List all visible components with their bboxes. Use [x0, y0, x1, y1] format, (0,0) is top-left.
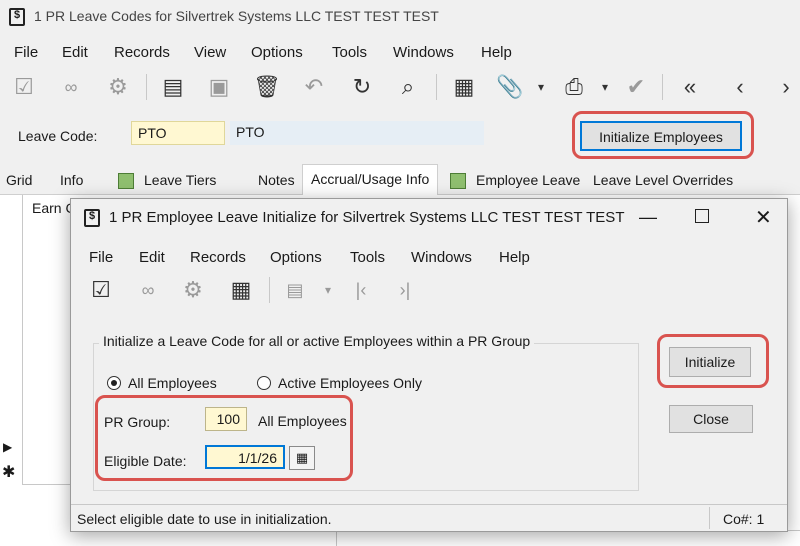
- new-document-icon[interactable]: ▤: [160, 72, 186, 102]
- menu-help[interactable]: Help: [481, 44, 512, 61]
- grid-divider: [336, 530, 337, 546]
- menu-records[interactable]: Records: [190, 249, 246, 266]
- menu-tools[interactable]: Tools: [350, 249, 385, 266]
- undo-icon[interactable]: ↶: [300, 72, 328, 102]
- checklist-icon[interactable]: ☑: [87, 275, 115, 305]
- status-divider: [709, 507, 710, 529]
- toolbar-separator: [146, 74, 147, 100]
- dialog-menubar: File Edit Records Options Tools Windows …: [71, 245, 787, 269]
- grid-icon: [118, 173, 134, 189]
- grid-bottom-line: [22, 484, 72, 485]
- delete-icon[interactable]: 🗑: [253, 72, 281, 102]
- eligible-date-input[interactable]: 1/1/26: [205, 445, 285, 469]
- maximize-icon[interactable]: [695, 209, 709, 223]
- pr-group-description: All Employees: [258, 413, 347, 429]
- binoculars-icon[interactable]: ∞: [56, 72, 86, 102]
- tab-info[interactable]: Info: [60, 168, 83, 192]
- main-title-bar: 1 PR Leave Codes for Silvertrek Systems …: [0, 0, 800, 34]
- menu-file[interactable]: File: [14, 44, 38, 61]
- new-row-icon: ✱: [2, 464, 16, 481]
- leave-code-label: Leave Code:: [18, 128, 98, 144]
- gear-icon[interactable]: ⚙: [104, 72, 132, 102]
- active-employees-radio[interactable]: [257, 376, 271, 390]
- next-record-icon[interactable]: ›: [772, 72, 800, 102]
- chevron-down-icon[interactable]: ▾: [534, 72, 548, 102]
- pr-group-input[interactable]: 100: [205, 407, 247, 431]
- toolbar-separator: [269, 277, 270, 303]
- main-menubar: File Edit Records View Options Tools Win…: [0, 40, 800, 64]
- menu-help[interactable]: Help: [499, 249, 530, 266]
- leave-code-description: PTO: [230, 121, 484, 145]
- menu-file[interactable]: File: [89, 249, 113, 266]
- tab-leave-tiers[interactable]: Leave Tiers: [144, 168, 216, 192]
- main-tab-strip: Grid Info Leave Tiers Notes Accrual/Usag…: [0, 164, 800, 195]
- previous-record-icon[interactable]: ‹: [726, 72, 754, 102]
- grid-settings-icon[interactable]: ▤: [281, 275, 309, 305]
- initialize-employees-button[interactable]: Initialize Employees: [580, 121, 742, 151]
- all-employees-radio[interactable]: [107, 376, 121, 390]
- tab-employee-leave[interactable]: Employee Leave: [476, 168, 580, 192]
- app-icon: [9, 8, 25, 26]
- grid-icon: [450, 173, 466, 189]
- dialog-title: 1 PR Employee Leave Initialize for Silve…: [109, 209, 625, 226]
- menu-records[interactable]: Records: [114, 44, 170, 61]
- group-title: Initialize a Leave Code for all or activ…: [99, 333, 535, 349]
- close-button[interactable]: Close: [669, 405, 753, 433]
- dialog-toolbar: ☑ ∞ ⚙ ▦ ▤ ▾ |‹ ›|: [71, 275, 787, 307]
- first-page-icon[interactable]: |‹: [347, 275, 375, 305]
- menu-edit[interactable]: Edit: [139, 249, 165, 266]
- menu-edit[interactable]: Edit: [62, 44, 88, 61]
- leave-initialize-dialog: 1 PR Employee Leave Initialize for Silve…: [70, 198, 788, 532]
- menu-windows[interactable]: Windows: [411, 249, 472, 266]
- save-icon[interactable]: ▣: [206, 72, 232, 102]
- tab-leave-level-overrides[interactable]: Leave Level Overrides: [593, 168, 733, 192]
- close-icon[interactable]: ✕: [755, 205, 772, 230]
- gear-icon[interactable]: ⚙: [179, 275, 207, 305]
- printer-icon[interactable]: ⎙: [560, 72, 588, 102]
- refresh-icon[interactable]: ↻: [348, 72, 376, 102]
- menu-options[interactable]: Options: [270, 249, 322, 266]
- company-number: Co#: 1: [723, 511, 765, 527]
- initialize-button[interactable]: Initialize: [669, 347, 751, 377]
- checklist-icon[interactable]: ☑: [10, 72, 38, 102]
- binoculars-icon[interactable]: ∞: [133, 275, 163, 305]
- tab-notes[interactable]: Notes: [258, 168, 295, 192]
- grid-row-header-divider: [22, 195, 23, 485]
- tab-grid[interactable]: Grid: [6, 168, 32, 192]
- last-page-icon[interactable]: ›|: [391, 275, 419, 305]
- spellcheck-icon[interactable]: ✔: [622, 72, 650, 102]
- pr-group-label: PR Group:: [104, 414, 171, 430]
- search-icon[interactable]: ⌕: [394, 72, 422, 102]
- menu-tools[interactable]: Tools: [332, 44, 367, 61]
- tab-accrual-usage-info[interactable]: Accrual/Usage Info: [302, 164, 439, 195]
- main-window-title: 1 PR Leave Codes for Silvertrek Systems …: [34, 8, 439, 24]
- calendar-icon[interactable]: ▦: [289, 446, 315, 470]
- eligible-date-label: Eligible Date:: [104, 453, 187, 469]
- menu-windows[interactable]: Windows: [393, 44, 454, 61]
- minimize-icon[interactable]: —: [639, 207, 657, 228]
- current-row-icon: ▶: [3, 440, 13, 454]
- dialog-statusbar: Select eligible date to use in initializ…: [71, 504, 787, 531]
- status-text: Select eligible date to use in initializ…: [77, 511, 332, 527]
- first-record-icon[interactable]: «: [676, 72, 704, 102]
- app-icon: [84, 209, 100, 227]
- chevron-down-icon[interactable]: ▾: [598, 72, 612, 102]
- all-employees-label[interactable]: All Employees: [128, 375, 217, 391]
- calculator-icon[interactable]: ▦: [450, 72, 478, 102]
- chevron-down-icon[interactable]: ▾: [321, 275, 335, 305]
- paperclip-icon[interactable]: 📎: [496, 72, 524, 102]
- menu-view[interactable]: View: [194, 44, 226, 61]
- calculator-icon[interactable]: ▦: [227, 275, 255, 305]
- leave-code-input[interactable]: PTO: [131, 121, 225, 145]
- active-employees-label[interactable]: Active Employees Only: [278, 375, 422, 391]
- main-toolbar: ☑ ∞ ⚙ ▤ ▣ 🗑 ↶ ↻ ⌕ ▦ 📎 ▾ ⎙ ▾ ✔ « ‹ ›: [0, 72, 800, 104]
- toolbar-separator: [662, 74, 663, 100]
- toolbar-separator: [436, 74, 437, 100]
- menu-options[interactable]: Options: [251, 44, 303, 61]
